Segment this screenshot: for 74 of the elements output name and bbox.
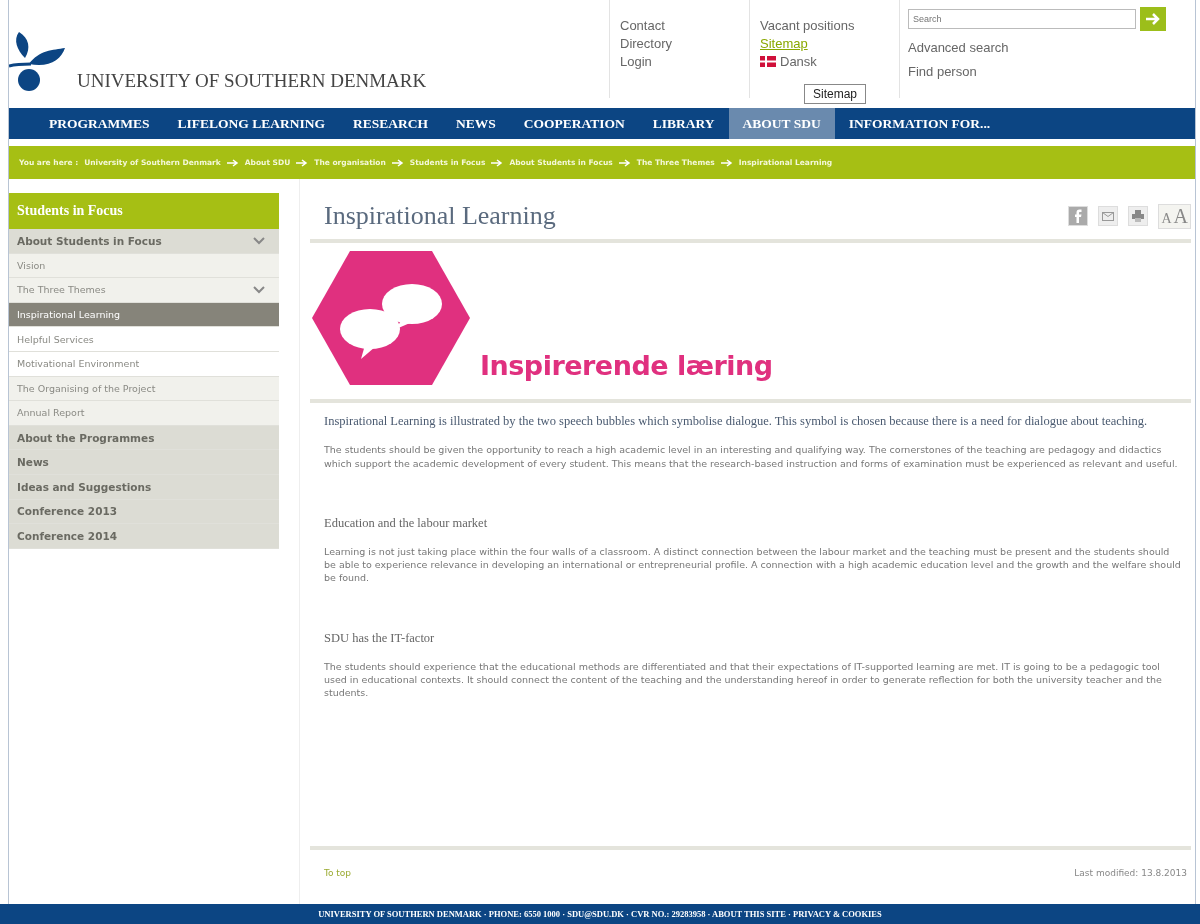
sidebar-item[interactable]: The Organising of the Project: [9, 376, 279, 402]
paragraph: The students should experience that the educational methods are differentiated and that their expectations of IT-supported learning are met. IT is going to be a pedagogic tool used in educational contexts. It should connect the content of the teaching and the understanding hereof in order to generate reflection for both the university teacher and the students.: [324, 659, 1163, 700]
sidebar-item-label: Inspirational Learning: [17, 309, 121, 321]
page-title: Inspirational Learning: [324, 201, 556, 231]
language-link[interactable]: Dansk: [760, 54, 899, 69]
arrow-icon: [618, 158, 631, 167]
sidebar-item[interactable]: About the Programmes: [9, 425, 279, 451]
header-link[interactable]: Vacant positions: [760, 18, 899, 33]
to-top-link[interactable]: To top: [324, 868, 352, 878]
arrow-icon: [296, 158, 309, 167]
paragraph: Learning is not just taking place within the four walls of a classroom. A distinct connection between the labour market and the teaching must be present and the students should be able to experience relevance in developing an international or entrepreneurial profile. A connection with a high academic education level and the growth and the welfare should be found.: [324, 544, 1181, 585]
speech-bubbles-hexagon-icon: [310, 249, 472, 387]
sidebar-item-label: Conference 2013: [17, 505, 118, 518]
chevron-icon: [253, 286, 265, 294]
search-field[interactable]: Search: [908, 9, 1136, 29]
flag-icon: [760, 56, 776, 67]
arrow-icon: [1145, 12, 1161, 26]
header-link[interactable]: Sitemap: [760, 36, 899, 51]
nav-tab[interactable]: NEWS: [441, 108, 510, 139]
sidebar-item[interactable]: About Students in Focus: [9, 229, 279, 254]
nav-tab[interactable]: PROGRAMMES: [35, 108, 164, 139]
sidebar-item-label: About the Programmes: [17, 431, 155, 444]
sidebar-item-label: Conference 2014: [17, 529, 118, 542]
intro-text: Inspirational Learning is illustrated by the two speech bubbles which symbolise dialogue. This symbol is chosen because there is a need for dialogue about teaching.: [324, 413, 1149, 430]
section-heading: SDU has the IT-factor: [324, 630, 436, 646]
search-button[interactable]: [1140, 7, 1166, 31]
sidebar-item[interactable]: Vision: [9, 253, 279, 279]
arrow-icon: [226, 158, 239, 167]
banner-text: Inspirerende læring: [480, 350, 773, 381]
sidebar-item[interactable]: Inspirational Learning: [9, 302, 279, 328]
header-link[interactable]: Advanced search: [908, 40, 1195, 55]
sidebar-item-label: Vision: [17, 259, 46, 271]
nav-tab[interactable]: LIBRARY: [638, 108, 729, 139]
sidebar-item[interactable]: Ideas and Suggestions: [9, 474, 279, 500]
header-link[interactable]: Contact: [620, 18, 749, 33]
nav-tab[interactable]: ABOUT SDU: [728, 108, 835, 139]
header-link[interactable]: Directory: [620, 36, 749, 51]
sidebar-item[interactable]: Helpful Services: [9, 327, 279, 352]
nav-tab[interactable]: LIFELONG LEARNING: [163, 108, 339, 139]
sidebar-item-label: The Organising of the Project: [17, 382, 156, 394]
header-link[interactable]: Login: [620, 54, 749, 69]
sidebar-item[interactable]: News: [9, 450, 279, 475]
nav-tab[interactable]: INFORMATION FOR...: [834, 108, 1005, 139]
print-icon[interactable]: [1128, 206, 1149, 226]
nav-tab[interactable]: RESEARCH: [338, 108, 442, 139]
footer-text: UNIVERSITY OF SOUTHERN DENMARK · PHONE: 6550 1000 · SDU@SDU.DK · CVR NO.: 29283958 · ABOUT THIS SITE · PRIVACY & COOKIES: [0, 904, 1200, 924]
font-size-button[interactable]: A: [1161, 210, 1172, 227]
university-name: UNIVERSITY OF SOUTHERN DENMARK: [77, 70, 427, 92]
last-modified: Last modified: 13.8.2013: [1074, 868, 1187, 878]
section-heading: Education and the labour market: [324, 515, 489, 531]
header-link[interactable]: Find person: [908, 64, 1195, 79]
sidebar-item[interactable]: Annual Report: [9, 401, 279, 426]
sidebar-item[interactable]: Conference 2014: [9, 524, 279, 549]
sidebar-item-label: About Students in Focus: [17, 234, 162, 247]
sidebar-item[interactable]: Conference 2013: [9, 499, 279, 525]
chevron-icon: [253, 236, 265, 245]
email-icon[interactable]: [1098, 206, 1119, 226]
sidebar-item[interactable]: The Three Themes: [9, 278, 279, 303]
facebook-icon[interactable]: [1068, 206, 1089, 226]
tooltip: Sitemap: [804, 84, 867, 104]
sidebar-item-label: The Three Themes: [17, 284, 106, 296]
sidebar-item-label: Annual Report: [17, 407, 85, 419]
paragraph: The students should be given the opportunity to reach a high academic level in an interesting and qualifying way. The cornerstones of the teaching are pedagogy and didactics which support the academic development of every student. This means that the research-based instruction and forms of examination must be experienced as relevant and useful.: [324, 443, 1179, 470]
nav-tab[interactable]: COOPERATION: [509, 108, 639, 139]
arrow-icon: [720, 158, 733, 167]
sidebar-item[interactable]: Motivational Environment: [9, 351, 279, 377]
sidebar-item-label: News: [17, 456, 49, 469]
arrow-icon: [491, 158, 504, 167]
sidebar-item-label: Motivational Environment: [17, 358, 140, 370]
sidebar-item-label: Helpful Services: [17, 333, 94, 345]
arrow-icon: [391, 158, 404, 167]
sidebar-item-label: Ideas and Suggestions: [17, 480, 152, 493]
sidebar-title: Students in Focus: [9, 193, 279, 229]
font-size-button[interactable]: A: [1173, 204, 1188, 228]
